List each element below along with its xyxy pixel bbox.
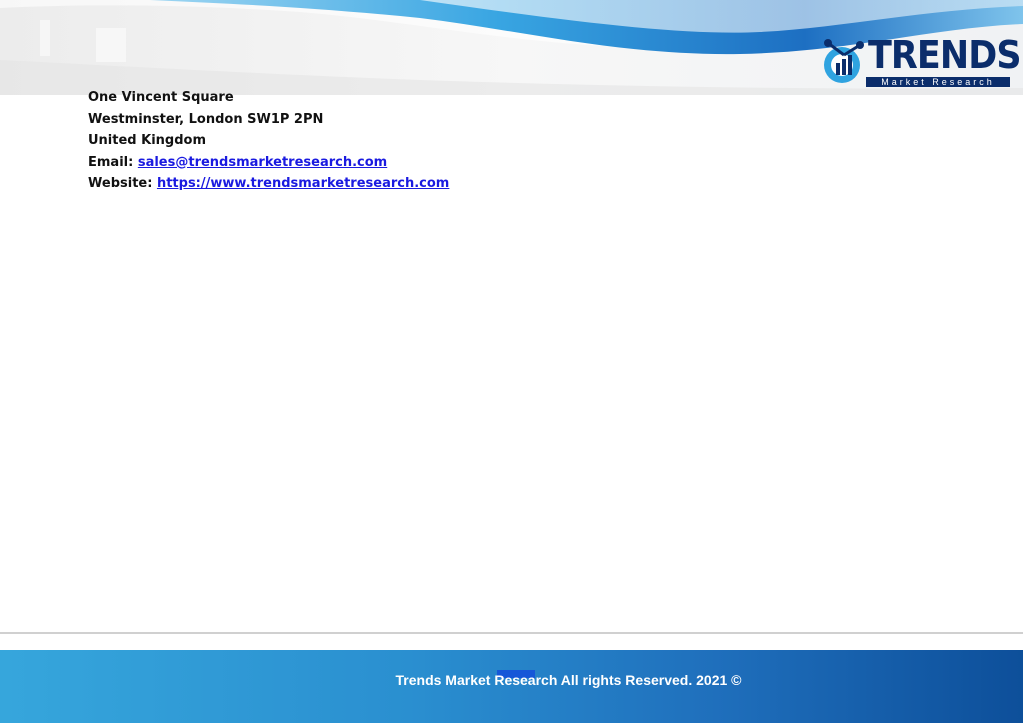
logo-brand-name: TRENDS [868,33,1022,77]
trends-logo: TRENDS Market Research [820,33,1022,90]
email-label: Email: [88,154,138,170]
logo-tagline: Market Research [881,77,995,87]
contact-address: One Vincent Square Westminster, London S… [88,87,449,195]
page: TRENDS Market Research One Vincent Squar… [0,0,1023,723]
website-row: Website: https://www.trendsmarketresearc… [88,173,449,195]
footer-bar: Trends Market Research All rights Reserv… [0,650,1023,723]
footer-copyright: Trends Market Research All rights Reserv… [395,672,742,688]
address-line-3: United Kingdom [88,133,207,148]
website-label: Website: [88,176,157,191]
header-banner: TRENDS Market Research [0,0,1023,95]
footer-divider [0,632,1023,634]
email-row: Email: sales@trendsmarketresearch.com [88,152,449,174]
address-line-1: One Vincent Square [88,90,234,105]
address-line-2: Westminster, London SW1P 2PN [88,111,324,127]
email-link[interactable]: sales@trendsmarketresearch.com [138,155,387,170]
website-link[interactable]: https://www.trendsmarketresearch.com [157,176,449,191]
